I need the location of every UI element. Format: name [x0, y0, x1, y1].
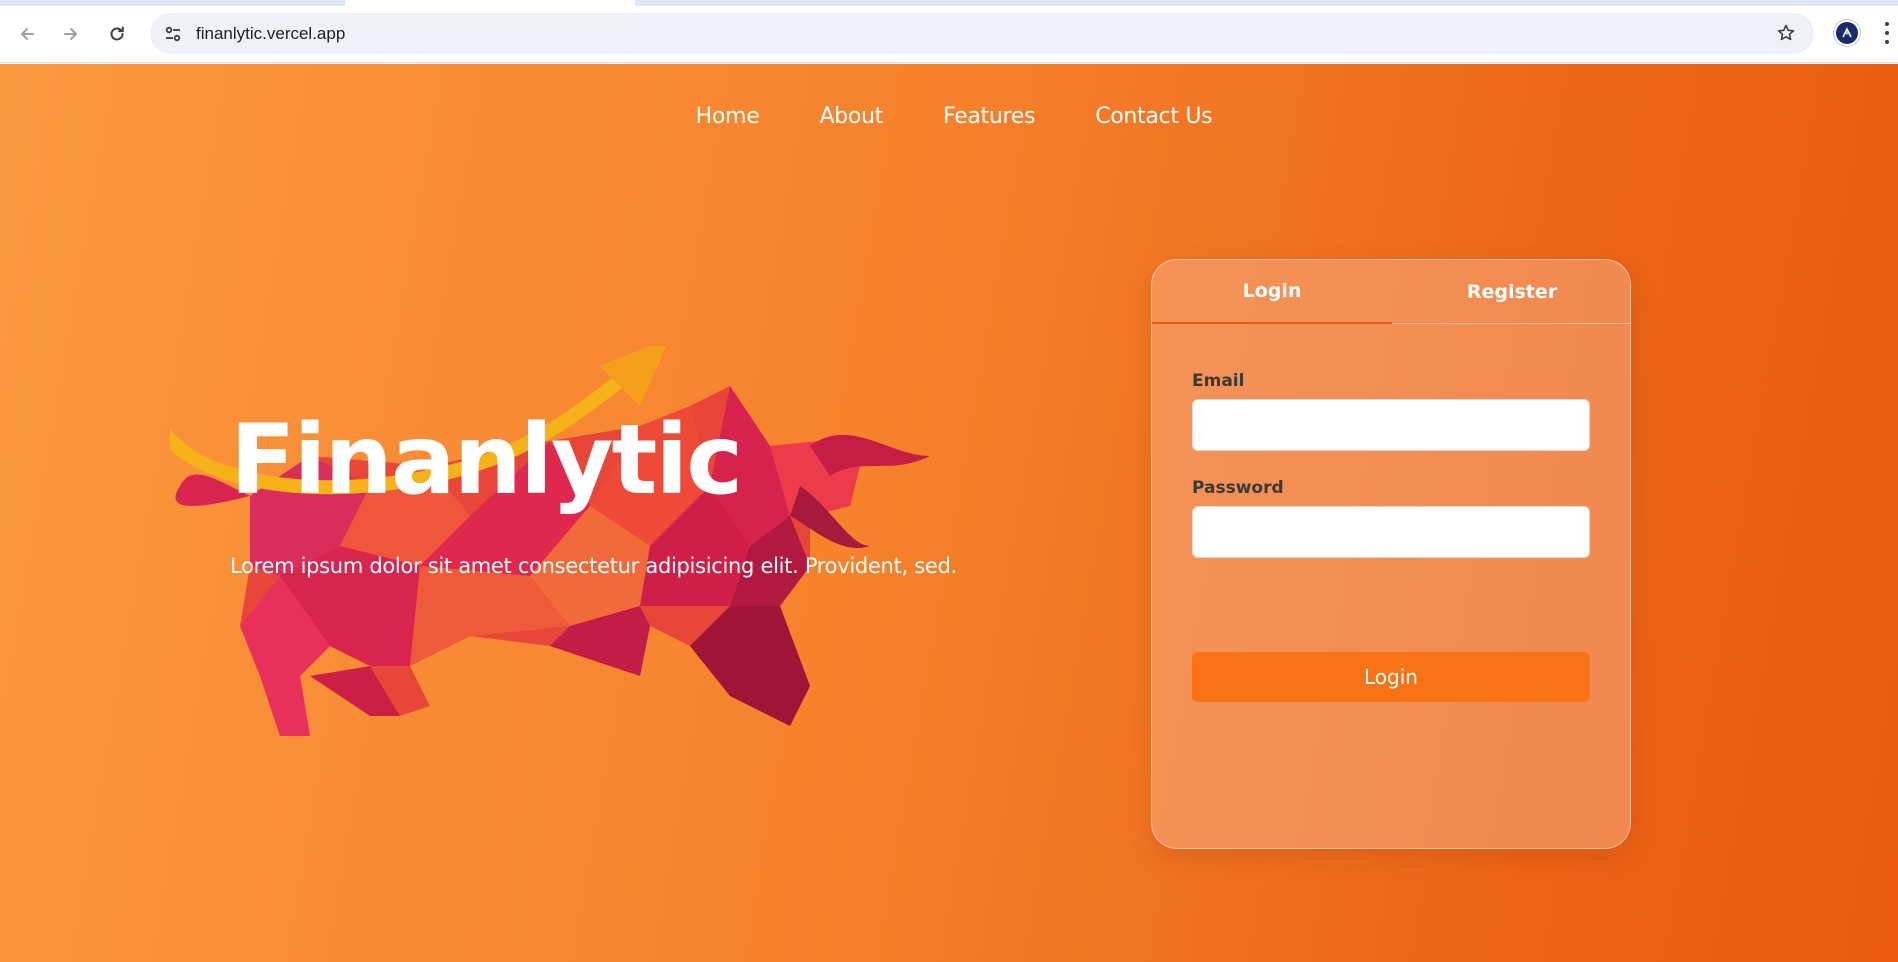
auth-card: Login Register Email Password Login [1151, 259, 1631, 849]
tab-register[interactable]: Register [1392, 260, 1630, 324]
site-info-button[interactable] [162, 23, 184, 45]
address-bar[interactable]: finanlytic.vercel.app [150, 13, 1814, 54]
url-text[interactable]: finanlytic.vercel.app [196, 24, 345, 44]
login-button[interactable]: Login [1192, 652, 1590, 702]
tab-login[interactable]: Login [1152, 260, 1392, 324]
nav-about-link[interactable]: About [819, 104, 883, 129]
arrow-left-icon [21, 28, 34, 40]
active-tab-edge[interactable] [345, 0, 635, 6]
arrow-right-icon [64, 28, 77, 40]
hero-title: Finanlytic [230, 404, 743, 516]
profile-avatar[interactable] [1834, 20, 1860, 46]
star-icon [1777, 24, 1795, 41]
browser-menu-button[interactable] [1884, 22, 1890, 44]
forward-button[interactable] [55, 18, 87, 50]
reload-icon [110, 26, 124, 41]
bookmark-button[interactable] [1774, 21, 1798, 45]
email-label: Email [1192, 371, 1245, 391]
tune-icon [165, 26, 181, 42]
password-label: Password [1192, 478, 1284, 498]
password-field[interactable] [1192, 506, 1590, 558]
kebab-menu-icon [1885, 22, 1889, 26]
landing-page: Home About Features Contact Us Finanlyti… [0, 64, 1898, 962]
back-button[interactable] [11, 18, 43, 50]
reload-button[interactable] [101, 18, 133, 50]
browser-toolbar: finanlytic.vercel.app [0, 0, 1898, 63]
hero-subtitle: Lorem ipsum dolor sit amet consectetur a… [230, 554, 957, 578]
tab-strip [0, 0, 1898, 6]
top-navigation: Home About Features Contact Us [0, 104, 1898, 129]
email-field[interactable] [1192, 399, 1590, 451]
avatar-icon [1842, 27, 1852, 38]
nav-home-link[interactable]: Home [696, 104, 760, 129]
nav-contact-link[interactable]: Contact Us [1095, 104, 1212, 129]
auth-tabs: Login Register [1152, 260, 1630, 324]
nav-features-link[interactable]: Features [943, 104, 1036, 129]
